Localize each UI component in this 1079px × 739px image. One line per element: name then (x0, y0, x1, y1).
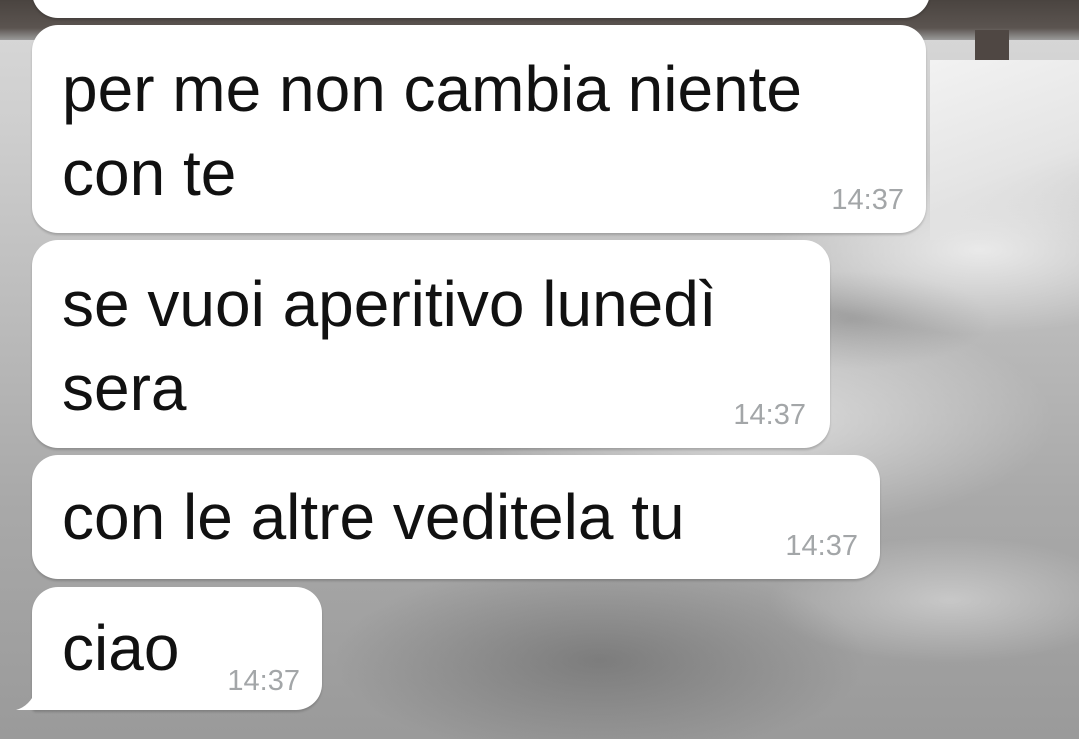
message-list[interactable]: per me non cambia niente con te 14:37 se… (0, 0, 1079, 739)
message-text: con le altre veditela tu (62, 481, 685, 553)
message-text: se vuoi aperitivo lunedì (62, 268, 717, 340)
message-timestamp: 14:37 (831, 184, 904, 216)
bubble-tail-icon (16, 690, 46, 710)
message-bubble[interactable]: con le altre veditela tu 14:37 (32, 455, 880, 579)
message-bubble[interactable] (32, 0, 930, 18)
message-text: ciao (62, 612, 180, 684)
message-timestamp: 14:37 (785, 530, 858, 562)
message-bubble[interactable]: ciao 14:37 (32, 587, 322, 710)
message-bubble[interactable]: se vuoi aperitivo lunedì sera 14:37 (32, 240, 830, 448)
message-timestamp: 14:37 (227, 665, 300, 697)
message-text: con te (62, 137, 237, 209)
message-bubble[interactable]: per me non cambia niente con te 14:37 (32, 25, 926, 233)
message-text: sera (62, 352, 187, 424)
message-timestamp: 14:37 (733, 399, 806, 431)
message-text: per me non cambia niente (62, 53, 802, 125)
